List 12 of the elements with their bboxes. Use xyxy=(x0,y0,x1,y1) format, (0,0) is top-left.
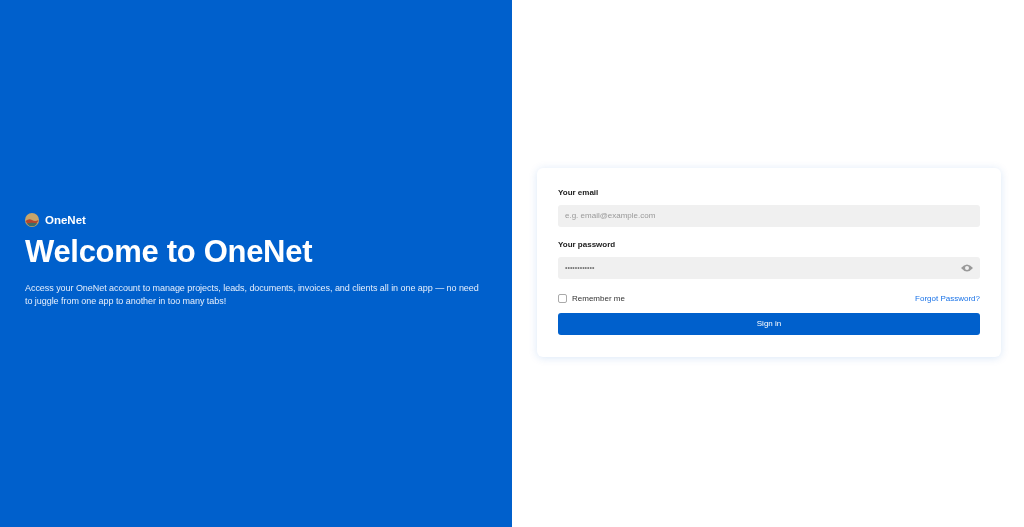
email-label: Your email xyxy=(558,187,600,197)
welcome-title: Welcome to OneNet xyxy=(25,233,314,270)
logo-icon xyxy=(25,212,39,227)
remember-label: Remember me xyxy=(572,293,625,303)
brand-name: OneNet xyxy=(45,213,86,226)
eye-icon[interactable] xyxy=(961,262,973,273)
remember-checkbox[interactable] xyxy=(558,293,567,303)
forgot-password-link[interactable]: Forgot Password? xyxy=(915,293,980,303)
password-label: Your password xyxy=(558,239,617,249)
email-field[interactable]: e.g. email@example.com xyxy=(558,204,980,227)
welcome-description: Access your OneNet account to manage projects, leads, documents, invoices, and clients all in one app — no need to juggle from one app to another in too many tabs! xyxy=(25,281,480,308)
sign-in-button[interactable]: Sign in xyxy=(558,312,980,335)
